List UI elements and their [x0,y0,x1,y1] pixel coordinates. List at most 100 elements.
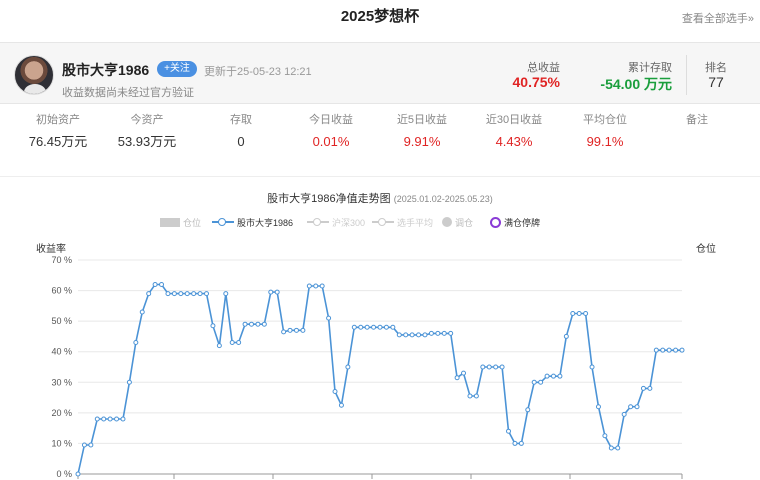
metric-value: 0.01% [312,134,350,149]
metric-value: 76.45万元 [28,134,88,149]
data-point [679,347,685,353]
data-point [248,321,254,327]
line-dot-swatch-icon [212,217,234,227]
data-point [268,289,274,295]
verification-note: 收益数据尚未经过官方验证 [62,87,194,99]
metric-value: 53.93万元 [117,134,177,149]
data-point [216,343,222,349]
legend-label: 满仓停牌 [504,218,541,228]
metric-label: 初始资产 [36,114,80,126]
data-point [345,364,351,370]
line-dot-swatch-icon [372,217,394,227]
data-point [448,330,454,336]
metric-label: 存取 [230,114,252,126]
metric-label: 备注 [686,114,708,126]
dot-swatch-icon [442,217,452,227]
data-point [126,379,132,385]
data-point [499,364,505,370]
legend-label: 调仓 [455,218,474,228]
follow-button[interactable]: +关注 [157,61,197,77]
data-point [120,416,126,422]
data-point [531,379,537,385]
data-point [544,373,550,379]
legend-label: 仓位 [183,218,202,228]
data-point [197,291,203,297]
data-point [223,291,229,297]
chart-title-text: 股市大亨1986净值走势图 [267,193,391,205]
total-return-label: 总收益 [527,62,560,74]
data-point [358,324,364,330]
y-tick-label: 50 % [51,316,72,326]
data-point [666,347,672,353]
data-point [570,311,576,316]
data-point [640,385,646,391]
y-tick-label: 40 % [51,347,72,357]
y-tick-label: 20 % [51,408,72,418]
data-point [467,393,473,399]
data-point [660,347,666,353]
data-point [396,332,402,338]
divider [686,55,687,95]
line-dot-swatch-icon [307,217,329,227]
data-point [615,445,621,451]
data-point [486,364,492,370]
legend-item-rebalance[interactable]: 调仓 [442,216,473,230]
legend-item-player[interactable]: 股市大亨1986 [212,216,293,230]
y-tick-label: 30 % [51,377,72,387]
player-header: 股市大亨1986 +关注 更新于25-05-23 12:21 收益数据尚未经过官… [0,42,760,104]
metric-30day-return: 近30日收益 4.43% [469,112,559,152]
metric-value: 4.43% [495,134,533,149]
data-point [409,332,415,338]
legend-item-position[interactable]: 仓位 [160,216,201,230]
data-point [293,327,299,333]
data-point [88,442,94,448]
legend-item-full-suspended[interactable]: 满仓停牌 [490,216,540,230]
data-point [313,283,319,289]
data-point [287,327,293,333]
data-point [255,321,261,327]
metric-value: 99.1% [586,134,624,149]
data-point [461,370,467,376]
data-point [184,291,190,297]
y-tick-label: 60 % [51,286,72,296]
box-swatch-icon [160,218,180,227]
data-point [326,315,332,321]
legend-item-hs300[interactable]: 沪深300 [307,216,365,230]
chart-title: 股市大亨1986净值走势图 (2025.01.02-2025.05.23) [0,190,760,206]
data-point [332,388,338,394]
data-point [608,445,614,451]
chart-legend: 仓位 股市大亨1986 沪深300 选手平均 调仓 满仓停牌 [0,214,760,232]
data-point [210,323,216,329]
metric-today-return: 今日收益 0.01% [286,112,376,152]
data-point [165,291,171,297]
y2-axis-title: 仓位 [696,244,716,255]
ring-swatch-icon [490,217,501,228]
data-point [159,281,165,287]
view-all-link[interactable]: 查看全部选手» [682,10,754,26]
data-point [621,411,627,417]
data-point [107,416,113,422]
y-tick-label: 10 % [51,438,72,448]
data-point [473,393,479,399]
data-point [634,404,640,410]
data-point [589,364,595,370]
metric-current-assets: 今资产 53.93万元 [102,112,192,152]
data-point [274,289,280,295]
data-point [525,407,531,413]
data-point [653,347,659,353]
total-return-value: 40.75% [512,74,560,90]
rank-label: 排名 [705,62,727,74]
metric-5day-return: 近5日收益 9.91% [377,112,467,152]
player-name[interactable]: 股市大亨1986 [62,60,149,80]
avatar[interactable] [14,55,54,95]
data-point [371,324,377,330]
page-title: 2025梦想杯 [340,8,420,25]
data-point [428,330,434,336]
data-point [673,347,679,353]
legend-item-player-average[interactable]: 选手平均 [372,216,433,230]
data-point [583,311,589,316]
data-point [602,433,608,439]
metric-label: 近5日收益 [396,114,448,126]
data-point [319,283,325,289]
legend-label: 沪深300 [332,218,366,228]
